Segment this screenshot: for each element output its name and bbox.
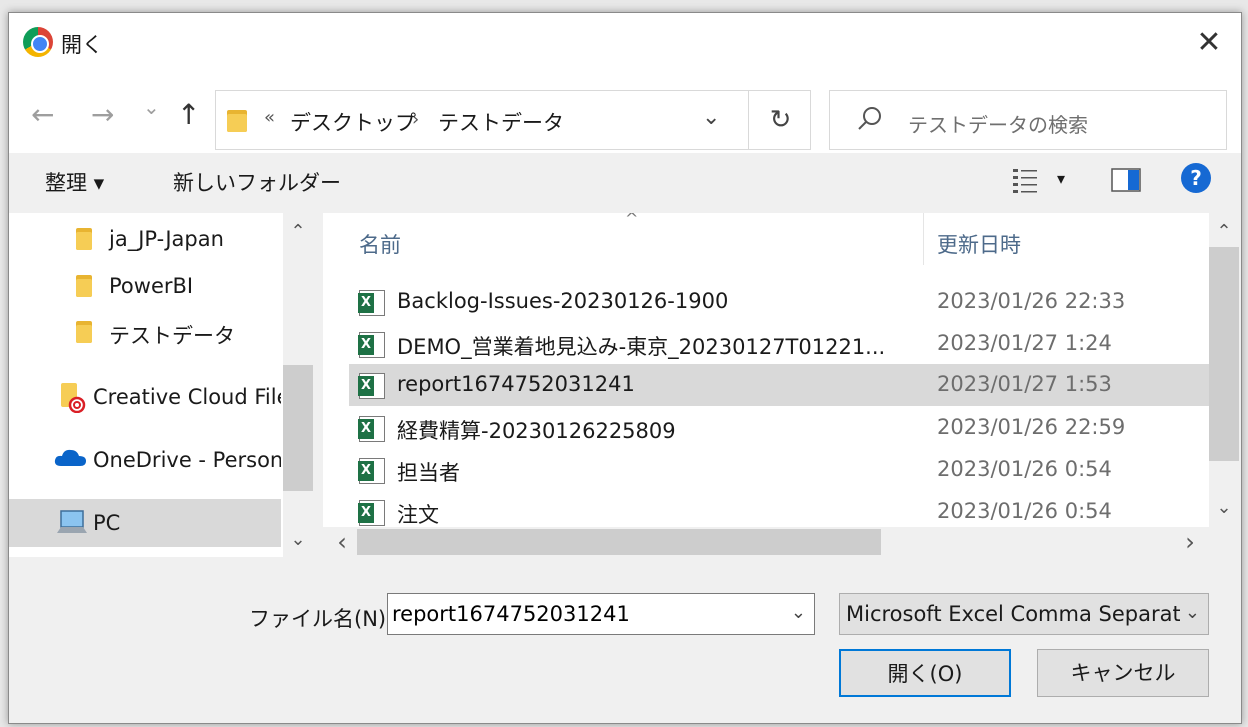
- file-row[interactable]: 経費精算-20230126225809 2023/01/26 22:59: [349, 407, 1209, 449]
- file-date: 2023/01/26 0:54: [937, 457, 1112, 481]
- file-row-selected[interactable]: report1674752031241 2023/01/27 1:53: [349, 364, 1209, 406]
- chrome-icon: [23, 27, 53, 57]
- file-name: 注文: [397, 503, 439, 527]
- sidebar-item-onedrive-personal[interactable]: OneDrive - Personal: [9, 438, 281, 482]
- file-date: 2023/01/26 22:33: [937, 289, 1126, 313]
- column-divider[interactable]: [923, 213, 924, 265]
- title-bar: 開く ✕: [9, 13, 1241, 71]
- file-date: 2023/01/26 0:54: [937, 499, 1112, 523]
- help-icon[interactable]: ?: [1181, 163, 1211, 193]
- scrollbar-thumb[interactable]: [357, 529, 881, 555]
- preview-pane-icon[interactable]: [1111, 167, 1141, 193]
- sidebar-item-creative-cloud-files[interactable]: Creative Cloud Files: [9, 375, 281, 419]
- open-file-dialog: 開く ✕ ← → ⌄ ↑ « デスクトップ › テストデータ ⌄ ↻ テストデー…: [8, 12, 1242, 724]
- sort-ascending-icon: ^: [625, 213, 639, 228]
- address-overflow-chevron[interactable]: «: [264, 107, 275, 128]
- command-bar: 整理 ▾ 新しいフォルダー ▾ ?: [9, 153, 1241, 213]
- folder-icon: [76, 321, 92, 343]
- scroll-right-icon[interactable]: ›: [1175, 527, 1205, 557]
- sidebar-item-label: ja_JP-Japan: [109, 227, 224, 251]
- breadcrumb-separator-icon[interactable]: ›: [412, 109, 419, 130]
- file-row[interactable]: 担当者 2023/01/26 0:54: [349, 449, 1209, 491]
- file-name: 担当者: [397, 461, 460, 485]
- sidebar-item-label: PowerBI: [109, 274, 194, 298]
- file-name: 経費精算-20230126225809: [397, 419, 676, 443]
- folder-icon: [76, 228, 92, 250]
- file-name: Backlog-Issues-20230126-1900: [397, 289, 729, 313]
- address-dropdown-button[interactable]: ⌄: [702, 105, 720, 130]
- sidebar-item-label: OneDrive - Personal: [93, 448, 281, 472]
- file-row[interactable]: DEMO_営業着地見込み-東京_20230127T01221... 2023/0…: [349, 323, 1209, 365]
- recent-locations-button[interactable]: ⌄: [143, 97, 160, 117]
- close-button[interactable]: ✕: [1189, 23, 1229, 63]
- filename-label: ファイル名(N):: [249, 607, 394, 631]
- organize-menu-button[interactable]: 整理 ▾: [45, 167, 104, 197]
- breadcrumb-test-data[interactable]: テストデータ: [438, 107, 564, 137]
- address-bar[interactable]: « デスクトップ › テストデータ ⌄ ↻: [215, 90, 811, 150]
- excel-file-icon: [358, 373, 385, 399]
- sidebar-item-ja-jp-japan[interactable]: ja_JP-Japan: [9, 217, 281, 261]
- scroll-up-icon[interactable]: ⌃: [1209, 217, 1239, 247]
- sidebar-item-label: テストデータ: [109, 324, 235, 348]
- file-type-value: Microsoft Excel Comma Separated Values F…: [846, 602, 1180, 626]
- search-placeholder: テストデータの検索: [908, 113, 1088, 137]
- navigation-pane: ja_JP-Japan PowerBI テストデータ Creative Clou…: [9, 213, 311, 557]
- sidebar-item-label: PC: [93, 511, 121, 535]
- folder-icon: [76, 275, 92, 297]
- refresh-button[interactable]: ↻: [748, 91, 812, 149]
- excel-file-icon: [358, 290, 385, 316]
- sidebar-scrollbar[interactable]: ⌃ ⌄: [283, 213, 313, 557]
- dialog-title: 開く: [61, 33, 103, 57]
- file-row[interactable]: Backlog-Issues-20230126-1900 2023/01/26 …: [349, 281, 1209, 323]
- file-name: DEMO_営業着地見込み-東京_20230127T01221...: [397, 335, 886, 359]
- scroll-down-icon[interactable]: ⌄: [283, 525, 313, 555]
- sidebar-item-powerbi[interactable]: PowerBI: [9, 264, 281, 308]
- folder-icon: [227, 110, 247, 132]
- forward-button[interactable]: →: [91, 101, 114, 129]
- sidebar-item-label: Creative Cloud Files: [93, 385, 281, 409]
- filename-dropdown-icon[interactable]: ⌄: [791, 602, 806, 623]
- scrollbar-corner: [1209, 527, 1239, 557]
- search-icon: [858, 107, 881, 130]
- onedrive-cloud-icon: [54, 449, 86, 466]
- pc-icon: [57, 510, 87, 533]
- new-folder-button[interactable]: 新しいフォルダー: [173, 167, 341, 197]
- sidebar-item-pc[interactable]: PC: [9, 499, 281, 547]
- scrollbar-thumb[interactable]: [283, 365, 313, 491]
- navigation-bar: ← → ⌄ ↑ « デスクトップ › テストデータ ⌄ ↻ テストデータの検索: [9, 71, 1241, 153]
- view-options-icon[interactable]: [1011, 165, 1041, 195]
- cancel-button[interactable]: キャンセル: [1037, 649, 1209, 697]
- file-type-dropdown-icon[interactable]: ⌄: [1185, 602, 1200, 623]
- view-dropdown-chevron-icon[interactable]: ▾: [1057, 169, 1065, 188]
- file-date: 2023/01/26 22:59: [937, 415, 1126, 439]
- excel-file-icon: [358, 458, 385, 484]
- open-button[interactable]: 開く(O): [839, 649, 1011, 697]
- file-list: ^ 名前 更新日時 Backlog-Issues-20230126-1900 2…: [323, 213, 1209, 557]
- filename-input[interactable]: [392, 600, 772, 628]
- search-box[interactable]: テストデータの検索: [829, 90, 1227, 150]
- breadcrumb-desktop[interactable]: デスクトップ: [290, 107, 416, 137]
- scroll-down-icon[interactable]: ⌄: [1209, 493, 1239, 523]
- column-header-modified[interactable]: 更新日時: [937, 229, 1021, 259]
- file-name: report1674752031241: [397, 372, 635, 396]
- excel-file-icon: [358, 500, 385, 526]
- sidebar-item-test-data[interactable]: テストデータ: [9, 310, 281, 354]
- excel-file-icon: [358, 332, 385, 358]
- column-header-name[interactable]: 名前: [359, 229, 401, 259]
- file-date: 2023/01/27 1:53: [937, 372, 1112, 396]
- scroll-left-icon[interactable]: ‹: [327, 527, 357, 557]
- file-list-vertical-scrollbar[interactable]: ⌃ ⌄: [1209, 213, 1239, 527]
- filename-combobox[interactable]: ⌄: [387, 593, 815, 635]
- up-button[interactable]: ↑: [177, 101, 200, 129]
- file-date: 2023/01/27 1:24: [937, 331, 1112, 355]
- excel-file-icon: [358, 416, 385, 442]
- scrollbar-thumb[interactable]: [1209, 247, 1239, 461]
- scroll-up-icon[interactable]: ⌃: [283, 217, 313, 247]
- file-type-select[interactable]: Microsoft Excel Comma Separated Values F…: [839, 593, 1209, 635]
- file-list-horizontal-scrollbar[interactable]: ‹ ›: [323, 527, 1209, 557]
- back-button[interactable]: ←: [31, 101, 54, 129]
- creative-cloud-folder-icon: [61, 383, 86, 413]
